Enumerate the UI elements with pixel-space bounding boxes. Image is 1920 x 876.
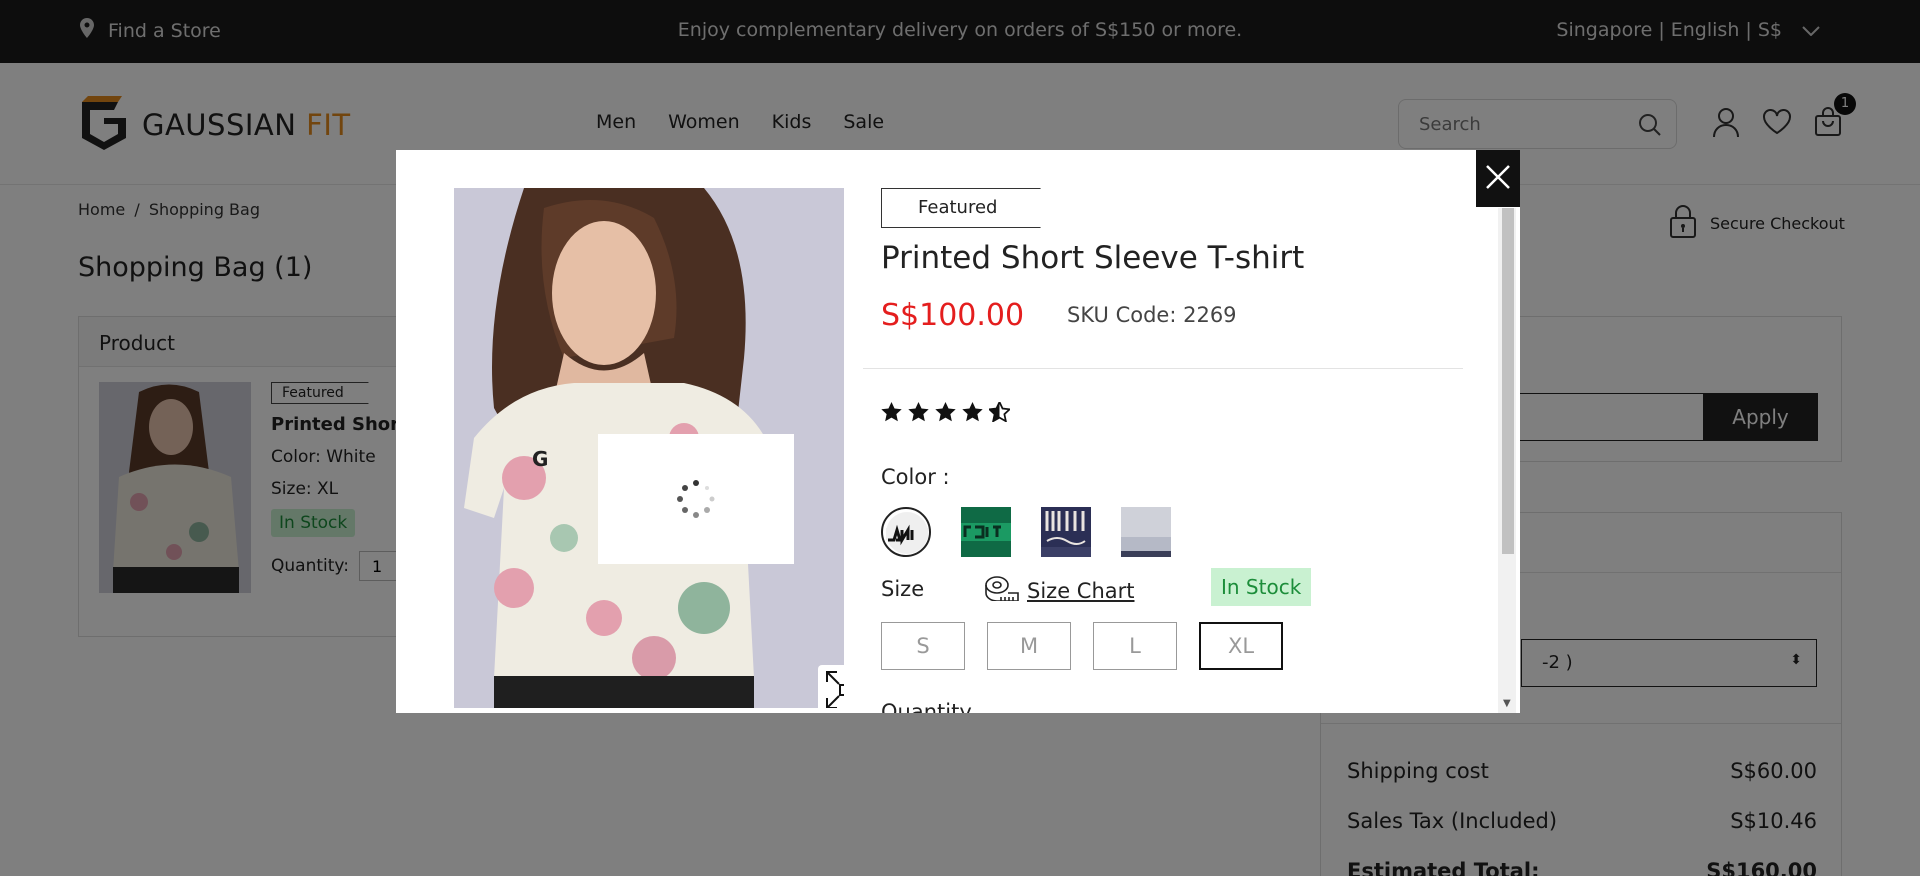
size-option-s[interactable]: S bbox=[881, 622, 965, 670]
star-icon bbox=[962, 402, 983, 426]
size-option-m[interactable]: M bbox=[987, 622, 1071, 670]
scrollbar-thumb[interactable] bbox=[1502, 208, 1514, 554]
size-options: S M L XL bbox=[881, 622, 1283, 670]
scroll-down-arrow-icon[interactable]: ▼ bbox=[1503, 698, 1511, 709]
close-icon bbox=[1485, 164, 1511, 194]
product-sku: SKU Code: 2269 bbox=[1067, 303, 1237, 327]
quantity-label: Quantity bbox=[881, 700, 972, 713]
size-label: Size bbox=[881, 577, 925, 601]
modal-scrollbar[interactable]: ▼ bbox=[1498, 208, 1516, 713]
quick-view-modal: G Featured Printed Short Sleeve T-shirt … bbox=[396, 150, 1520, 713]
measuring-tape-icon bbox=[985, 575, 1019, 606]
size-option-xl[interactable]: XL bbox=[1199, 622, 1283, 670]
stock-badge: In Stock bbox=[1211, 568, 1312, 606]
size-row: Size Size Chart In Stock bbox=[881, 568, 1381, 608]
modal-divider bbox=[863, 368, 1463, 369]
expand-image-button[interactable] bbox=[818, 665, 844, 708]
loading-spinner-icon bbox=[677, 480, 715, 518]
product-image[interactable]: G bbox=[454, 188, 844, 708]
size-chart-label: Size Chart bbox=[1027, 578, 1135, 603]
color-swatch-green[interactable] bbox=[961, 507, 1011, 557]
svg-text:G: G bbox=[532, 447, 548, 471]
color-swatch-navy[interactable] bbox=[1041, 507, 1091, 557]
star-icon bbox=[908, 402, 929, 426]
color-swatch-white[interactable] bbox=[881, 507, 931, 557]
product-price: S$100.00 bbox=[881, 298, 1025, 333]
star-icon bbox=[935, 402, 956, 426]
size-option-l[interactable]: L bbox=[1093, 622, 1177, 670]
fullscreen-icon bbox=[824, 669, 844, 708]
product-title: Printed Short Sleeve T-shirt bbox=[881, 240, 1305, 276]
color-label: Color : bbox=[881, 465, 950, 489]
color-swatch-grey[interactable] bbox=[1121, 507, 1171, 557]
close-modal-button[interactable] bbox=[1476, 150, 1520, 207]
size-chart-link[interactable]: Size Chart bbox=[985, 575, 1135, 606]
color-swatches bbox=[881, 507, 1171, 557]
half-star-icon bbox=[987, 399, 1012, 426]
rating-stars bbox=[881, 399, 1012, 426]
image-loader bbox=[598, 434, 794, 564]
featured-badge: Featured bbox=[881, 188, 1041, 228]
star-icon bbox=[881, 402, 902, 426]
